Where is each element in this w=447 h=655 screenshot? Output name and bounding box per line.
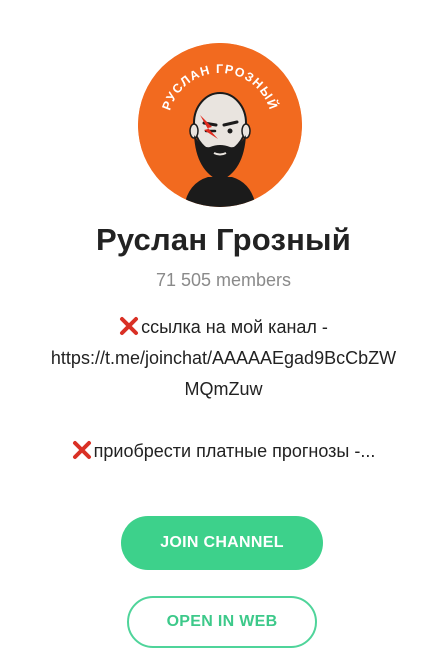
channel-avatar: РУСЛАН ГРОЗНЫЙ bbox=[138, 43, 302, 207]
join-channel-button[interactable]: JOIN CHANNEL bbox=[121, 516, 323, 570]
members-count: 71 505 members bbox=[155, 270, 292, 290]
bearded-man-logo: РУСЛАН ГРОЗНЫЙ bbox=[138, 43, 302, 207]
invite-link-text-continued: MQmZuw bbox=[184, 379, 263, 399]
description-spacer bbox=[0, 405, 447, 436]
cross-mark-icon bbox=[72, 441, 91, 459]
description-text: приобрести платные прогнозы -... bbox=[93, 441, 376, 461]
open-in-web-button[interactable]: OPEN IN WEB bbox=[127, 596, 317, 648]
description-line: приобрести платные прогнозы -... bbox=[0, 436, 447, 467]
channel-preview-page: РУСЛАН ГРОЗНЫЙ Руслан Грозный 71 505 mem… bbox=[0, 0, 447, 655]
channel-description: ссылка на мой канал - https://t.me/joinc… bbox=[0, 312, 447, 467]
description-text: ссылка на мой канал - bbox=[141, 317, 328, 337]
cross-mark-icon bbox=[120, 317, 139, 335]
description-line: ссылка на мой канал - bbox=[0, 312, 447, 343]
invite-link-text: https://t.me/joinchat/AAAAAEgad9BcCbZW bbox=[50, 348, 397, 368]
channel-title: Руслан Грозный bbox=[96, 222, 351, 257]
